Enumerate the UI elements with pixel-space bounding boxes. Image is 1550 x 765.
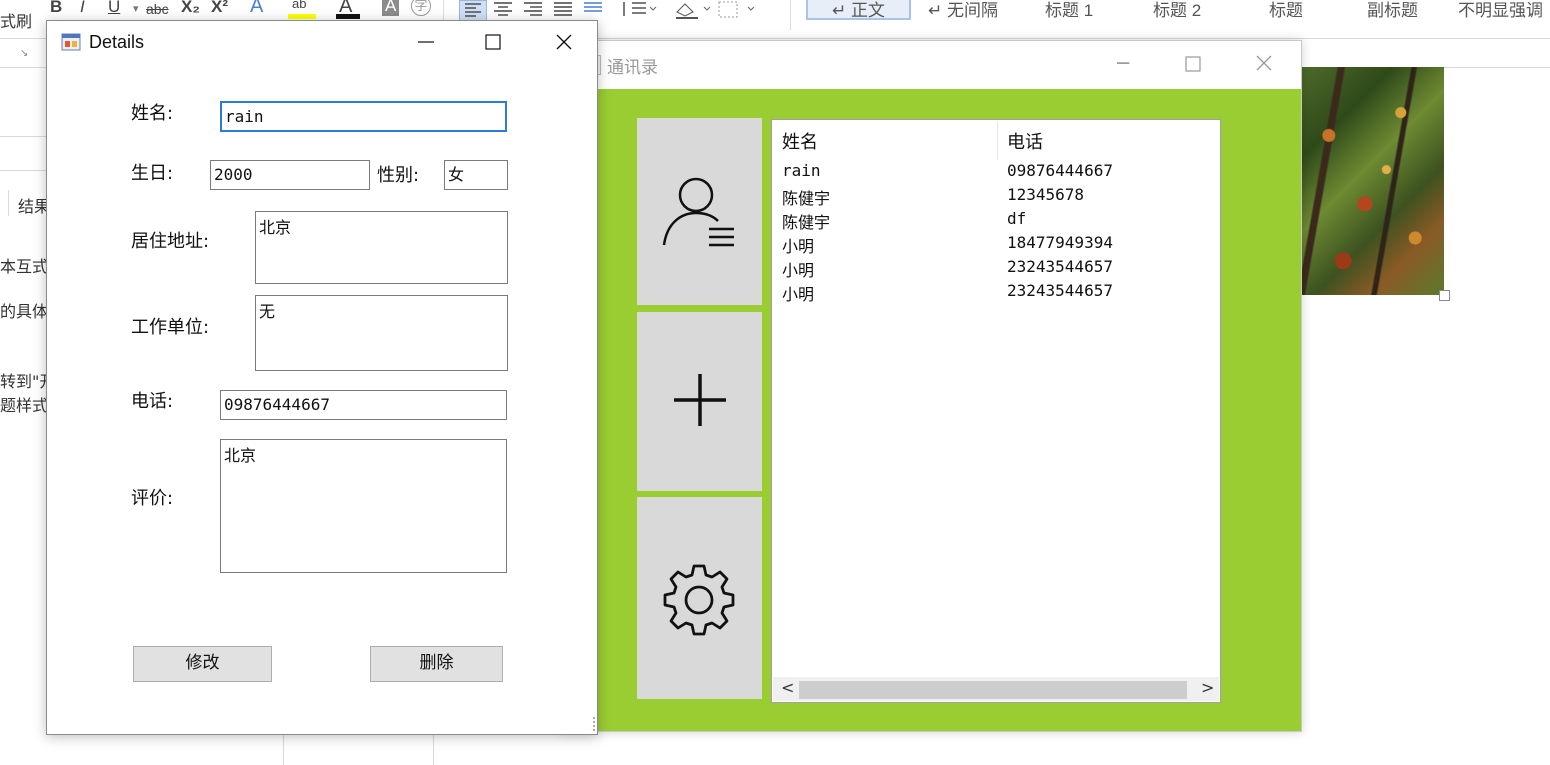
row-name-cell: 陈健宇 <box>782 213 831 232</box>
shading-icon[interactable] <box>672 0 712 26</box>
char-shading-button[interactable]: A <box>382 0 400 16</box>
close-button[interactable] <box>1255 53 1273 77</box>
contacts-nav-button[interactable] <box>637 118 762 305</box>
line-spacing-icon[interactable] <box>618 0 658 24</box>
scroll-right-icon[interactable]: > <box>1201 678 1214 697</box>
column-header-name[interactable]: 姓名 <box>782 128 818 154</box>
name-field[interactable]: rain <box>220 101 507 132</box>
forest-image[interactable] <box>1300 67 1444 295</box>
address-book-titlebar[interactable]: 通讯录 ─ <box>561 41 1301 89</box>
gender-field[interactable]: 女 <box>444 160 508 190</box>
birthday-label: 生日: <box>131 163 174 184</box>
details-titlebar[interactable]: Details <box>47 21 597 65</box>
enclose-char-button[interactable]: 字 <box>411 0 431 16</box>
format-painter-label[interactable]: 式刷 <box>0 8 32 32</box>
style-title[interactable]: 标题 <box>1269 0 1303 21</box>
details-window: Details 姓名: rain 生日: 2000 性别: 女 居住地址: 北京… <box>46 20 598 735</box>
align-left-button[interactable] <box>459 0 487 22</box>
row-phone-cell: df <box>1007 209 1027 228</box>
style-no-spacing[interactable]: ↵ 无间隔 <box>928 0 998 21</box>
comment-label: 评价: <box>131 488 174 509</box>
style-heading-1[interactable]: 标题 1 <box>1045 0 1093 21</box>
comment-field[interactable]: 北京 <box>220 439 507 573</box>
settings-nav-button[interactable] <box>637 497 762 699</box>
highlight-button[interactable]: ab <box>292 0 306 11</box>
work-label: 工作单位: <box>131 317 210 338</box>
name-label: 姓名: <box>131 103 174 124</box>
row-name-cell: 小明 <box>782 237 815 256</box>
borders-icon[interactable] <box>716 0 756 24</box>
pane-divider <box>0 136 48 137</box>
superscript-button[interactable]: X² <box>211 0 228 17</box>
minimize-button[interactable] <box>417 33 435 55</box>
form-app-icon <box>61 33 81 51</box>
style-subtitle[interactable]: 副标题 <box>1367 0 1418 21</box>
address-label: 居住地址: <box>131 231 210 252</box>
row-phone-cell: 09876444667 <box>1007 161 1113 180</box>
row-name-cell: 陈健宇 <box>782 189 831 208</box>
contacts-list-icon <box>662 177 734 247</box>
pane-divider <box>8 190 9 216</box>
add-contact-nav-button[interactable] <box>637 312 762 491</box>
gear-icon <box>663 564 735 636</box>
row-phone-cell: 23243544657 <box>1007 257 1113 276</box>
birthday-field[interactable]: 2000 <box>210 160 370 190</box>
address-field[interactable]: 北京 <box>255 211 508 284</box>
horizontal-scrollbar[interactable]: < > <box>773 677 1219 701</box>
gender-label: 性别: <box>377 165 420 186</box>
image-resize-handle[interactable] <box>1439 290 1450 301</box>
page-edge <box>283 733 284 765</box>
pane-divider <box>0 170 48 171</box>
maximize-button[interactable] <box>1185 53 1201 77</box>
style-normal[interactable]: ↵ 正文 <box>806 0 911 20</box>
phone-label: 电话: <box>131 391 174 412</box>
resize-grip[interactable] <box>585 717 595 731</box>
style-heading-2[interactable]: 标题 2 <box>1153 0 1201 21</box>
font-color-swatch <box>336 14 360 19</box>
row-name-cell: 小明 <box>782 285 815 304</box>
scrollbar-thumb[interactable] <box>799 681 1187 699</box>
minimize-button[interactable]: ─ <box>1117 51 1129 75</box>
styles-gallery: ↵ 正文 ↵ 无间隔 标题 1 标题 2 标题 副标题 不明显强调 <box>800 0 1550 38</box>
text-effect-button[interactable]: A <box>250 0 263 18</box>
scroll-left-icon[interactable]: < <box>781 678 794 697</box>
highlight-color-swatch <box>288 14 316 19</box>
row-name-cell: rain <box>782 161 821 180</box>
dialog-launcher-icon[interactable]: ↘ <box>20 48 28 59</box>
plus-icon <box>674 374 726 426</box>
maximize-button[interactable] <box>485 34 501 54</box>
column-header-phone[interactable]: 电话 <box>1007 128 1043 154</box>
row-phone-cell: 18477949394 <box>1007 233 1113 252</box>
italic-button[interactable]: I <box>80 0 85 17</box>
column-separator[interactable] <box>997 122 998 160</box>
phone-field[interactable]: 09876444667 <box>220 390 507 420</box>
window-title: 通讯录 <box>607 58 658 78</box>
address-book-window: 通讯录 ─ 姓名 电话 rain 09876444667 陈健宇 1234567… <box>560 40 1302 732</box>
details-title: Details <box>89 32 145 52</box>
delete-button[interactable]: 删除 <box>370 646 503 682</box>
work-field[interactable]: 无 <box>255 295 508 371</box>
bold-button[interactable]: B <box>50 0 62 17</box>
subscript-button[interactable]: X₂ <box>181 0 200 17</box>
row-phone-cell: 23243544657 <box>1007 281 1113 300</box>
strikethrough-button[interactable]: abc <box>146 1 169 17</box>
close-button[interactable] <box>555 33 573 55</box>
page-edge <box>433 733 434 765</box>
underline-button[interactable]: U <box>108 0 120 17</box>
contacts-list-view[interactable]: 姓名 电话 rain 09876444667 陈健宇 12345678 陈健宇 … <box>771 119 1221 703</box>
ribbon-divider <box>790 0 791 30</box>
row-name-cell: 小明 <box>782 261 815 280</box>
modify-button[interactable]: 修改 <box>133 646 272 682</box>
row-phone-cell: 12345678 <box>1007 185 1085 204</box>
style-subtle-emphasis[interactable]: 不明显强调 <box>1458 0 1543 21</box>
dropdown-arrow-icon[interactable]: ▾ <box>133 2 139 15</box>
